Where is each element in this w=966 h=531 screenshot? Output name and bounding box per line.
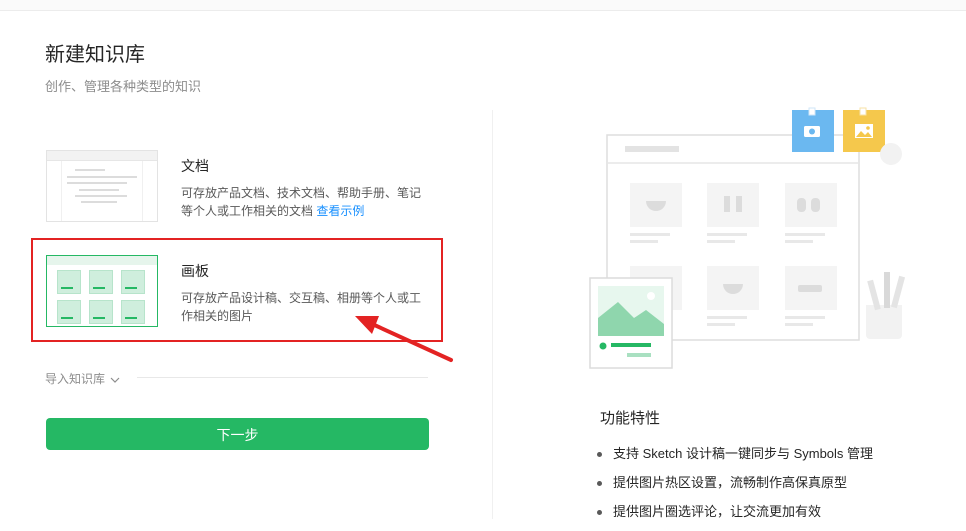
feature-item: 提供图片圈选评论，让交流更加有效 <box>596 502 873 531</box>
features-title: 功能特性 <box>600 410 661 427</box>
feature-item: 支持 Sketch 设计稿一键同步与 Symbols 管理 <box>596 444 873 473</box>
feature-item: 提供图片热区设置，流畅制作高保真原型 <box>596 473 873 502</box>
next-step-button[interactable]: 下一步 <box>46 418 429 450</box>
feature-illustration <box>589 107 906 369</box>
features-list: 支持 Sketch 设计稿一键同步与 Symbols 管理 提供图片热区设置，流… <box>596 444 873 531</box>
